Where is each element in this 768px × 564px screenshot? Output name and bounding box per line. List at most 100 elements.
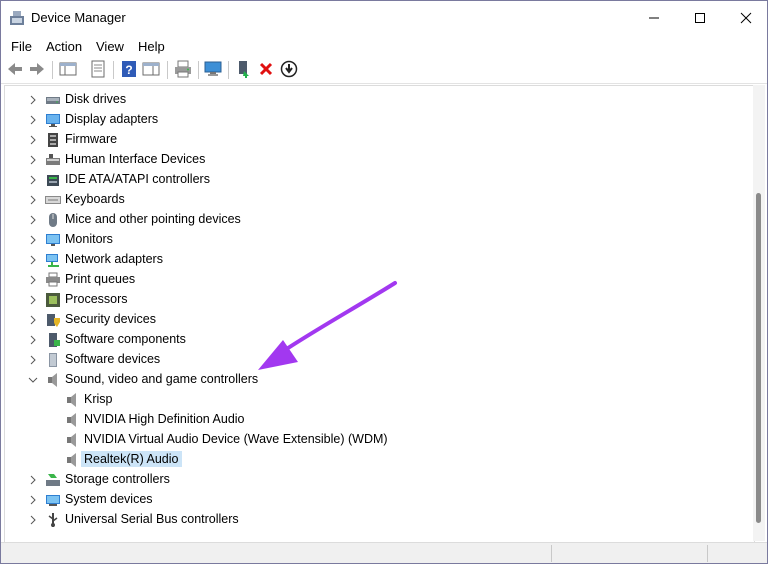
printer-icon	[45, 272, 61, 288]
properties-button[interactable]	[88, 59, 108, 79]
help-button[interactable]: ?	[119, 59, 139, 79]
action-pane-button[interactable]	[141, 59, 161, 79]
tree-item-sound-video-game-controllers[interactable]: Sound, video and game controllers	[5, 370, 745, 390]
processor-icon	[45, 292, 61, 308]
close-icon	[740, 12, 752, 24]
chevron-right-icon[interactable]	[28, 255, 38, 265]
toolbar-separator	[228, 61, 229, 79]
chevron-right-icon[interactable]	[28, 155, 38, 165]
speaker-icon	[64, 452, 80, 468]
print-icon	[175, 60, 191, 78]
chevron-right-icon[interactable]	[28, 175, 38, 185]
menu-file[interactable]: File	[11, 39, 32, 54]
show-hide-console-tree-button[interactable]	[58, 59, 78, 79]
tree-item-label: Processors	[65, 292, 128, 306]
tree-item-label: Monitors	[65, 232, 113, 246]
tree-item-label: System devices	[65, 492, 153, 506]
properties-icon	[91, 60, 105, 78]
tree-item-realtek-audio[interactable]: Realtek(R) Audio	[5, 450, 745, 470]
software-component-icon	[45, 332, 61, 348]
chevron-right-icon[interactable]	[28, 515, 38, 525]
update-driver-button[interactable]	[234, 59, 254, 79]
chevron-right-icon[interactable]	[28, 95, 38, 105]
menu-view[interactable]: View	[96, 39, 124, 54]
tree-item-label: Keyboards	[65, 192, 125, 206]
uninstall-device-button[interactable]	[256, 59, 276, 79]
chevron-right-icon[interactable]	[28, 135, 38, 145]
tree-item-disk-drives[interactable]: Disk drives	[5, 90, 745, 110]
menu-bar: File Action View Help	[1, 35, 767, 57]
vertical-scrollbar[interactable]	[753, 85, 765, 541]
speaker-icon	[45, 372, 61, 388]
print-button[interactable]	[173, 59, 193, 79]
chevron-right-icon[interactable]	[28, 335, 38, 345]
menu-help[interactable]: Help	[138, 39, 165, 54]
toolbar-separator	[113, 61, 114, 79]
tree-item-network-adapters[interactable]: Network adapters	[5, 250, 745, 270]
tree-item-usb-controllers[interactable]: Universal Serial Bus controllers	[5, 510, 745, 530]
tree-item-print-queues[interactable]: Print queues	[5, 270, 745, 290]
back-button[interactable]	[5, 59, 25, 79]
speaker-icon	[64, 432, 80, 448]
disk-drive-icon	[45, 92, 61, 108]
tree-item-label: IDE ATA/ATAPI controllers	[65, 172, 210, 186]
monitor-icon	[45, 232, 61, 248]
tree-item-system-devices[interactable]: System devices	[5, 490, 745, 510]
tree-item-label: Software devices	[65, 352, 161, 366]
tree-item-ide-ata-atapi-controllers[interactable]: IDE ATA/ATAPI controllers	[5, 170, 745, 190]
tree-item-label: Sound, video and game controllers	[65, 372, 259, 386]
window-title: Device Manager	[31, 10, 126, 25]
tree-item-processors[interactable]: Processors	[5, 290, 745, 310]
tree-item-software-devices[interactable]: Software devices	[5, 350, 745, 370]
tree-item-krisp[interactable]: Krisp	[5, 390, 745, 410]
tree-item-monitors[interactable]: Monitors	[5, 230, 745, 250]
tree-item-nvidia-high-definition-audio[interactable]: NVIDIA High Definition Audio	[5, 410, 745, 430]
speaker-icon	[64, 412, 80, 428]
tree-item-display-adapters[interactable]: Display adapters	[5, 110, 745, 130]
svg-text:?: ?	[125, 63, 132, 77]
close-button[interactable]	[723, 1, 767, 35]
toolbar: ?	[1, 57, 767, 84]
tree-item-keyboards[interactable]: Keyboards	[5, 190, 745, 210]
help-icon: ?	[122, 61, 136, 77]
toolbar-separator	[52, 61, 53, 79]
disable-device-button[interactable]	[279, 59, 299, 79]
forward-icon	[30, 63, 44, 75]
chevron-right-icon[interactable]	[28, 275, 38, 285]
tree-item-label: Realtek(R) Audio	[81, 451, 182, 467]
keyboard-icon	[45, 192, 61, 208]
tree-item-mice[interactable]: Mice and other pointing devices	[5, 210, 745, 230]
tree-item-label: Krisp	[84, 392, 113, 406]
tree-item-security-devices[interactable]: Security devices	[5, 310, 745, 330]
chevron-right-icon[interactable]	[28, 115, 38, 125]
tree-item-human-interface-devices[interactable]: Human Interface Devices	[5, 150, 745, 170]
chevron-right-icon[interactable]	[28, 495, 38, 505]
tree-item-firmware[interactable]: Firmware	[5, 130, 745, 150]
chevron-right-icon[interactable]	[28, 235, 38, 245]
status-divider	[551, 545, 552, 562]
maximize-icon	[695, 13, 705, 23]
security-device-icon	[45, 312, 61, 328]
display-adapter-icon	[45, 112, 61, 128]
tree-item-software-components[interactable]: Software components	[5, 330, 745, 350]
forward-button[interactable]	[27, 59, 47, 79]
tree-item-label: Human Interface Devices	[65, 152, 206, 166]
menu-action[interactable]: Action	[46, 39, 82, 54]
scan-hardware-button[interactable]	[203, 59, 223, 79]
ide-controller-icon	[45, 172, 61, 188]
tree-item-label: Display adapters	[65, 112, 159, 126]
chevron-right-icon[interactable]	[28, 195, 38, 205]
chevron-down-icon[interactable]	[28, 375, 38, 385]
tree-item-nvidia-virtual-audio-device[interactable]: NVIDIA Virtual Audio Device (Wave Extens…	[5, 430, 745, 450]
minimize-button[interactable]	[631, 1, 677, 35]
chevron-right-icon[interactable]	[28, 215, 38, 225]
chevron-right-icon[interactable]	[28, 315, 38, 325]
update-driver-icon	[239, 61, 249, 78]
tree-item-storage-controllers[interactable]: Storage controllers	[5, 470, 745, 490]
chevron-right-icon[interactable]	[28, 355, 38, 365]
chevron-right-icon[interactable]	[28, 295, 38, 305]
tree-item-label: Disk drives	[65, 92, 127, 106]
maximize-button[interactable]	[677, 1, 723, 35]
chevron-right-icon[interactable]	[28, 475, 38, 485]
scrollbar-thumb[interactable]	[756, 193, 761, 523]
